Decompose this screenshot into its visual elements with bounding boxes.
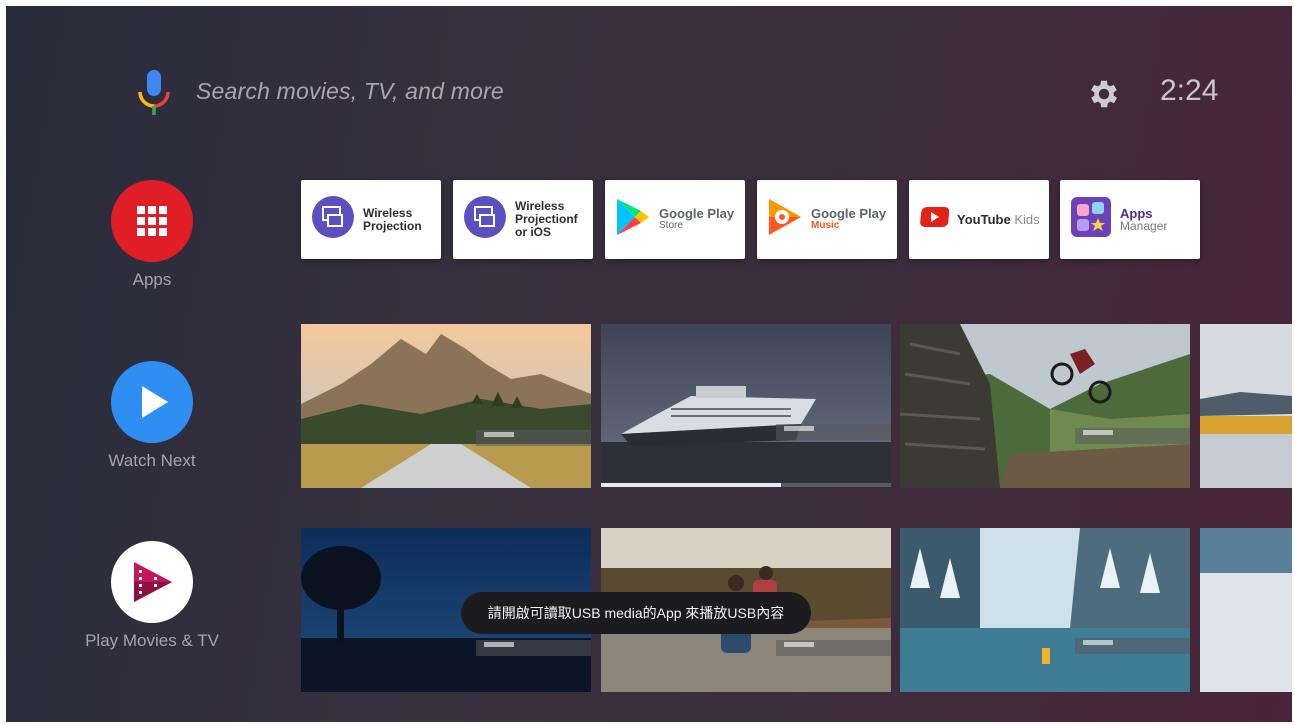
app-tile-sub-label: Store [659,220,683,231]
youtube-kids-icon [919,205,950,234]
rail-play-movies-label: Play Movies & TV [85,631,219,650]
watch-progress-bar [601,483,891,487]
rail-watch-next-label: Watch Next [108,451,196,470]
wireless-projection-icon [311,195,355,244]
app-tile-sub-label: Music [811,220,840,231]
app-tile-wireless-projection-ios[interactable]: Wireless Projectionf or iOS [453,180,593,259]
mic-icon[interactable] [136,68,172,120]
watch-next-card-mountain-road[interactable] [301,324,591,488]
rail-apps-label: Apps [132,270,172,289]
app-tile-label-line: Wireless [363,205,413,220]
watermark [1075,638,1190,654]
movie-card-mist[interactable] [1200,528,1292,692]
play-icon [111,361,193,443]
apps-grid-icon [111,180,193,262]
app-tile-label-line: Google Play [659,206,735,221]
watermark [476,430,591,446]
watch-next-card-cruise-ship[interactable] [601,324,891,488]
rail-play-movies[interactable]: Play Movies & TV [62,541,242,651]
app-tile-label-line: or iOS [515,225,552,239]
clock: 2:24 [1160,74,1219,107]
play-movies-icon [111,541,193,623]
wireless-projection-ios-icon [463,195,507,244]
app-tile-label-line: Projection [363,218,422,233]
app-tile-label-line: Google Play [811,206,887,221]
usb-toast: 請開啟可讀取USB media的App 來播放USB內容 [461,592,811,634]
watch-progress-fill [601,483,781,487]
watch-next-card-mountain-bike[interactable] [900,324,1190,488]
watermark [776,424,891,440]
app-tile-sub-label: Manager [1120,219,1168,233]
movie-card-snow-lake[interactable] [900,528,1190,692]
app-tile-wireless-projection[interactable]: Wireless Projection [301,180,441,259]
app-tile-apps-manager[interactable]: Apps Manager [1060,180,1200,259]
gear-icon[interactable] [1086,76,1122,112]
toast-message: 請開啟可讀取USB media的App 來播放USB內容 [487,605,785,621]
app-tile-google-play-music[interactable]: Google Play Music [757,180,897,259]
rail-apps[interactable]: Apps [62,180,242,290]
app-tile-label-line: YouTube [957,212,1011,227]
rail-watch-next[interactable]: Watch Next [62,361,242,471]
app-tile-google-play-store[interactable]: Google Play Store [605,180,745,259]
google-play-music-icon [767,197,803,242]
watermark [776,640,891,656]
tv-home-screen: Search movies, TV, and more 2:24 Apps Wa… [6,6,1292,722]
google-play-store-icon [615,197,651,242]
app-tile-youtube-kids[interactable]: YouTube Kids [909,180,1049,259]
app-tile-label-line: Kids [1014,212,1040,227]
search-input[interactable]: Search movies, TV, and more [196,78,504,105]
apps-manager-icon [1070,196,1112,243]
watermark [1075,428,1190,444]
watermark [476,640,591,656]
watch-next-card-lake[interactable] [1200,324,1292,488]
